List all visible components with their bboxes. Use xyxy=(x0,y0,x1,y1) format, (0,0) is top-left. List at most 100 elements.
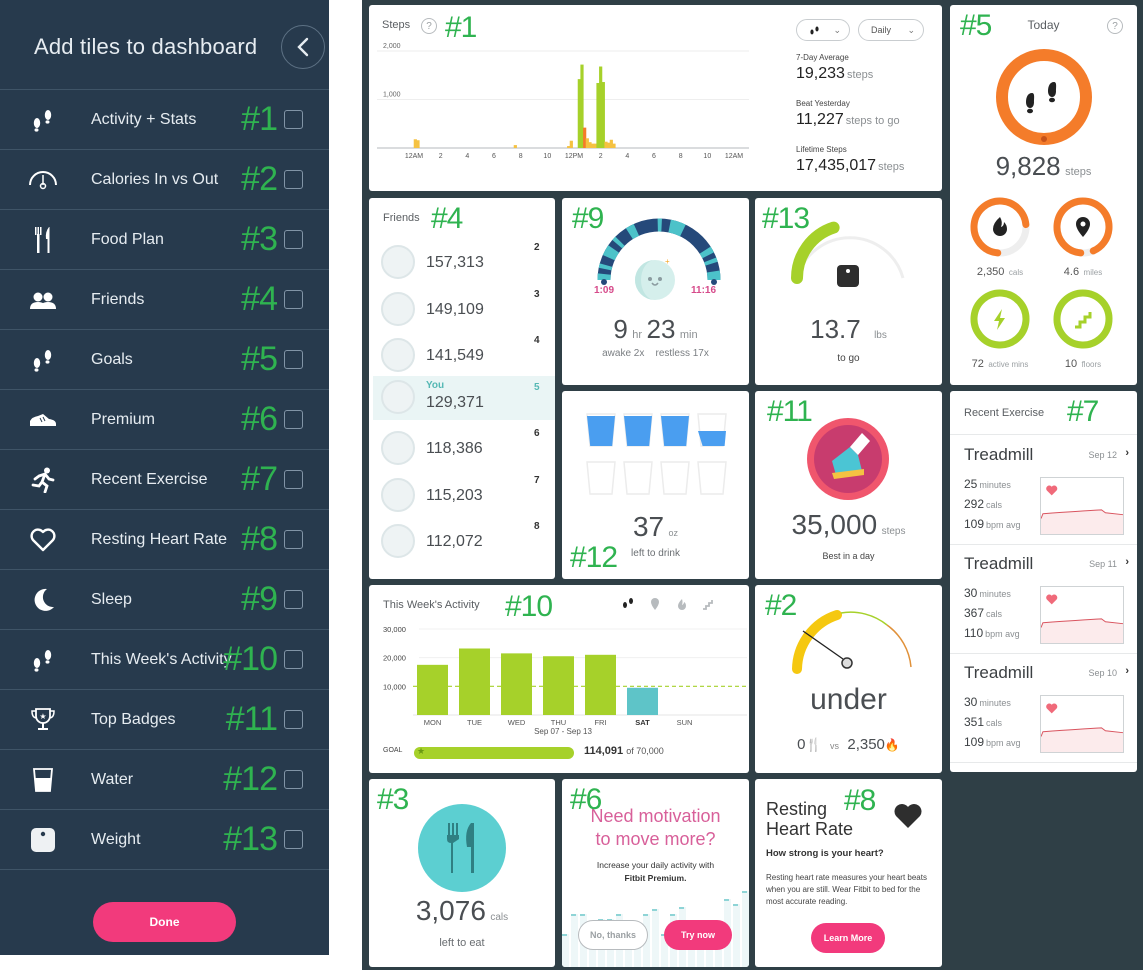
chevron-right-icon[interactable]: › xyxy=(1125,556,1129,568)
steps-bar xyxy=(513,145,517,148)
goal-ring-unit: floors xyxy=(1081,360,1102,369)
location-pin-icon[interactable] xyxy=(647,596,663,612)
tile-option-calories-in-vs-out[interactable]: Calories In vs Out #2 xyxy=(0,150,329,210)
help-icon[interactable]: ? xyxy=(1107,18,1123,34)
runner-icon xyxy=(28,465,58,495)
sleep-tile[interactable]: #9 + 1:09 11:16 9 hr 23 min awake 2x res… xyxy=(562,198,749,385)
footprints-icon[interactable] xyxy=(620,596,636,612)
tile-option-checkbox[interactable] xyxy=(284,290,303,309)
friend-row[interactable]: 141,549 4 xyxy=(369,333,555,379)
period-dropdown[interactable]: Daily ⌄ xyxy=(858,19,924,41)
tile-option-checkbox[interactable] xyxy=(284,830,303,849)
background-bar-cap xyxy=(562,934,567,936)
x-tick-label: SAT xyxy=(635,718,650,727)
premium-tile[interactable]: #6 Need motivation to move more? Increas… xyxy=(562,779,749,967)
tile-option-checkbox[interactable] xyxy=(284,710,303,729)
x-tick-label: 6 xyxy=(492,153,496,160)
chevron-right-icon[interactable]: › xyxy=(1125,447,1129,459)
tile-option-checkbox[interactable] xyxy=(284,230,303,249)
tile-option-checkbox[interactable] xyxy=(284,530,303,549)
week-bar-wed[interactable] xyxy=(501,653,532,715)
stairs-icon[interactable] xyxy=(701,596,717,612)
recent-exercise-tile[interactable]: Recent Exercise #7 Treadmill Sep 12 › 25… xyxy=(950,391,1137,772)
week-bar-tue[interactable] xyxy=(459,648,490,715)
water-tile[interactable]: 37 oz left to drink #12 xyxy=(562,391,749,579)
heart-icon xyxy=(1046,485,1058,496)
tile-option-checkbox[interactable] xyxy=(284,650,303,669)
friend-row[interactable]: 115,203 7 xyxy=(369,473,555,519)
tile-option-premium[interactable]: Premium #6 xyxy=(0,390,329,450)
week-bar-sat[interactable] xyxy=(627,687,658,715)
exercise-entry[interactable]: Treadmill Sep 11 › 30 minutes 367 cals 110… xyxy=(950,544,1137,654)
tile-option-checkbox[interactable] xyxy=(284,170,303,189)
tile-option-resting-heart-rate[interactable]: Resting Heart Rate #8 xyxy=(0,510,329,570)
week-bar-mon[interactable] xyxy=(417,664,448,715)
svg-text:★: ★ xyxy=(39,712,46,721)
metric-dropdown[interactable]: ⌄ xyxy=(796,19,850,41)
background-bar-cap xyxy=(670,914,675,916)
resting-heart-rate-tile[interactable]: Resting Heart Rate #8 How strong is your… xyxy=(755,779,942,967)
tile-option-checkbox[interactable] xyxy=(284,470,303,489)
stat-label: Beat Yesterday xyxy=(796,99,850,108)
today-goals-tile[interactable]: #5 Today ? 9,828 steps 2,350 cals 4.6 mi… xyxy=(950,5,1137,385)
stat-label: Lifetime Steps xyxy=(796,145,847,154)
exercise-entry[interactable]: Treadmill Sep 12 › 25 minutes 292 cals 109… xyxy=(950,435,1137,545)
y-tick-label: 1,000 xyxy=(383,92,401,99)
period-dropdown-value: Daily xyxy=(871,25,892,35)
tile-option-activity-stats[interactable]: Activity + Stats #1 xyxy=(0,90,329,150)
try-now-button[interactable]: Try now xyxy=(664,920,732,950)
tile-number-tag: #10 xyxy=(223,640,278,678)
steps-tile[interactable]: Steps ? #1 1,000 2,000 12AM 2 4 6 8 10 12PM 2 4 6 8 1… xyxy=(369,5,942,191)
week-bar-fri[interactable] xyxy=(585,654,616,715)
tile-number-tag: #1 xyxy=(241,100,278,138)
week-title: This Week's Activity xyxy=(383,599,480,611)
calories-in-out-tile[interactable]: #2 under 0🍴 vs 2,350🔥 xyxy=(755,585,942,773)
tile-option-top-badges[interactable]: ★ Top Badges #11 xyxy=(0,690,329,750)
friend-row[interactable]: 157,313 2 xyxy=(369,240,555,286)
friend-row[interactable]: 149,109 3 xyxy=(369,287,555,333)
tile-option-water[interactable]: Water #12 xyxy=(0,750,329,810)
friend-row[interactable]: You 129,371 5 xyxy=(373,375,555,420)
food-plan-tile[interactable]: #3 3,076 cals left to eat xyxy=(369,779,555,967)
this-week-activity-tile[interactable]: This Week's Activity #10 10,000 20,000 30,… xyxy=(369,585,749,773)
tile-option-friends[interactable]: Friends #4 xyxy=(0,270,329,330)
water-unit: oz xyxy=(668,528,679,538)
tile-option-weight[interactable]: Weight #13 xyxy=(0,810,329,870)
help-icon[interactable]: ? xyxy=(421,18,437,34)
tile-option-label: Goals xyxy=(91,350,133,368)
back-button[interactable] xyxy=(281,25,325,69)
tile-number-tag: #3 xyxy=(241,220,278,258)
tile-option-checkbox[interactable] xyxy=(284,590,303,609)
sleep-minutes-unit: min xyxy=(679,329,698,341)
friends-tile[interactable]: Friends #4 157,313 2 149,109 3 141,549 4… xyxy=(369,198,555,579)
flame-icon[interactable] xyxy=(674,596,690,612)
tile-option-sleep[interactable]: Sleep #9 xyxy=(0,570,329,630)
weight-tile[interactable]: #13 13.7 lbs to go xyxy=(755,198,942,385)
tile-option-recent-exercise[interactable]: Recent Exercise #7 xyxy=(0,450,329,510)
tile-option-food-plan[interactable]: Food Plan #3 xyxy=(0,210,329,270)
tile-number-tag: #2 xyxy=(241,160,278,198)
tile-option-checkbox[interactable] xyxy=(284,350,303,369)
friend-row[interactable]: 118,386 6 xyxy=(369,426,555,472)
steps-bar xyxy=(612,143,616,148)
learn-more-button[interactable]: Learn More xyxy=(811,923,885,953)
steps-today-unit: steps xyxy=(1065,166,1092,178)
done-button[interactable]: Done xyxy=(93,902,236,942)
restless-count: restless 17x xyxy=(655,348,709,359)
friend-row[interactable]: 112,072 8 xyxy=(369,519,555,565)
avatar xyxy=(381,477,415,512)
weight-value: 13.7 xyxy=(810,314,861,344)
calories-left-value: 3,076 xyxy=(415,895,486,926)
tile-option-checkbox[interactable] xyxy=(284,410,303,429)
tile-option-this-week-s-activity[interactable]: This Week's Activity #10 xyxy=(0,630,329,690)
no-thanks-button[interactable]: No, thanks xyxy=(578,920,648,950)
week-bar-thu[interactable] xyxy=(543,656,574,715)
tile-option-checkbox[interactable] xyxy=(284,110,303,129)
chevron-right-icon[interactable]: › xyxy=(1125,665,1129,677)
exercise-entry[interactable]: Treadmill Sep 10 › 30 minutes 351 cals 109… xyxy=(950,653,1137,763)
premium-brand: Fitbit Premium. xyxy=(624,873,687,883)
tile-option-goals[interactable]: Goals #5 xyxy=(0,330,329,390)
tile-option-checkbox[interactable] xyxy=(284,770,303,789)
tile-number-tag: #11 xyxy=(225,700,278,738)
top-badges-tile[interactable]: #11 35,000 steps Best in a day xyxy=(755,391,942,579)
